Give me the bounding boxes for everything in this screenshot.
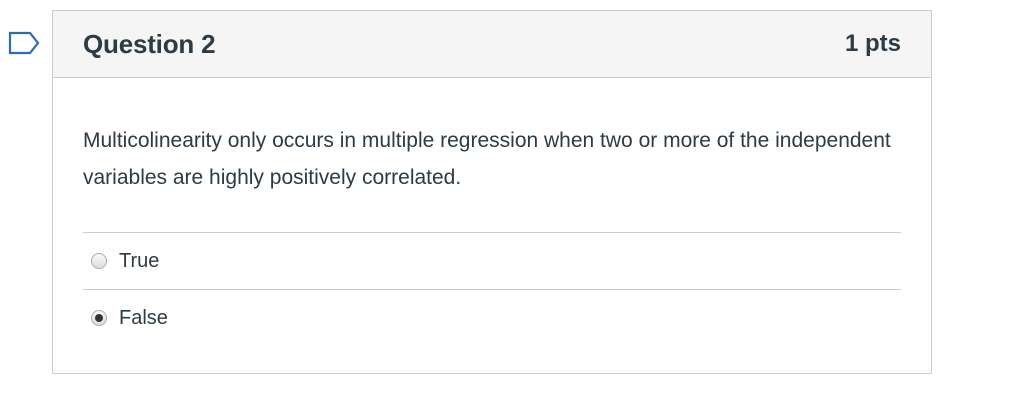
question-text: Multicolinearity only occurs in multiple… [83, 129, 891, 189]
question-title: Question 2 [83, 28, 216, 59]
question-body: Multicolinearity only occurs in multiple… [53, 78, 931, 346]
answer-label-false[interactable]: False [119, 307, 168, 330]
quiz-page: Question 2 1 pts Multicolinearity only o… [0, 0, 1011, 405]
answer-label-true[interactable]: True [119, 250, 159, 273]
radio-button-false[interactable] [91, 310, 107, 326]
question-points: 1 pts [844, 30, 901, 57]
answer-option-false[interactable]: False [83, 290, 901, 346]
answer-list: True False [83, 232, 901, 346]
answer-option-true[interactable]: True [83, 233, 901, 290]
question-header: Question 2 1 pts [53, 11, 931, 78]
flag-question-icon[interactable] [8, 30, 40, 56]
radio-button-true[interactable] [91, 253, 107, 269]
question-card: Question 2 1 pts Multicolinearity only o… [52, 10, 932, 374]
